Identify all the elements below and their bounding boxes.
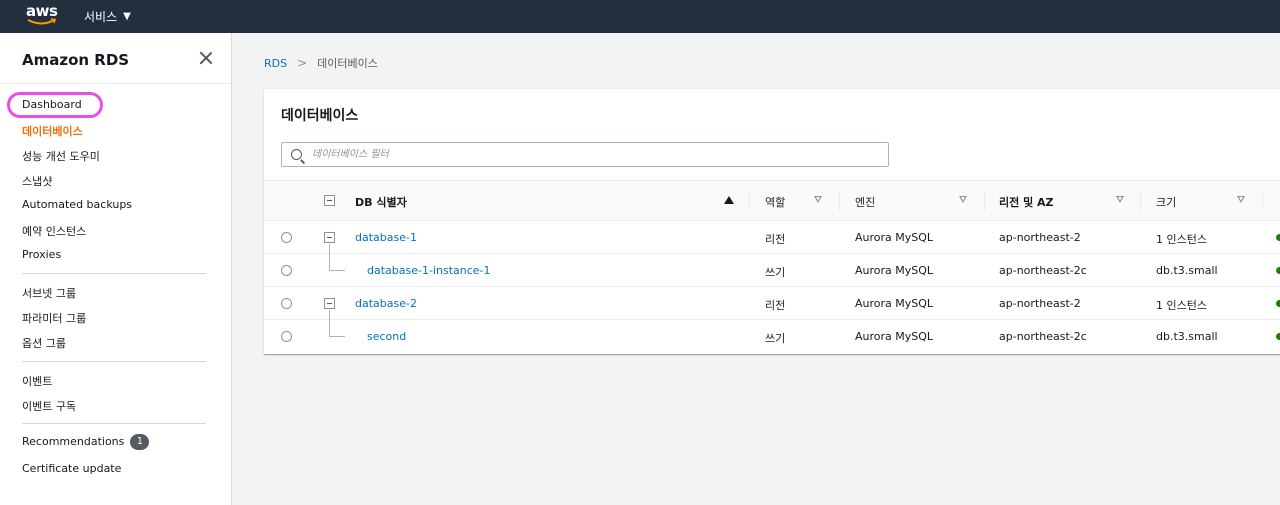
engine-cell: Aurora MySQL (855, 330, 934, 343)
breadcrumb-current: 데이터베이스 (317, 57, 378, 70)
column-separator (839, 191, 840, 211)
sort-icon[interactable] (1116, 196, 1124, 203)
breadcrumb: RDS > 데이터베이스 (264, 55, 378, 71)
column-header-role[interactable]: 역할 (765, 194, 785, 210)
tree-line (329, 320, 330, 337)
highlight-annotation (7, 92, 103, 118)
row-radio[interactable] (281, 298, 292, 309)
table-row[interactable]: database-2 리전 Aurora MySQL ap-northeast-… (264, 287, 1280, 321)
size-cell: db.t3.small (1156, 264, 1218, 277)
db-identifier-link[interactable]: database-2 (355, 297, 417, 310)
sidebar-item-snapshots[interactable]: 스냅샷 (22, 173, 52, 189)
sidebar-item-events[interactable]: 이벤트 (22, 373, 52, 389)
chevron-right-icon: > (297, 56, 308, 70)
collapse-icon[interactable] (324, 232, 335, 243)
table-row[interactable]: database-1 리전 Aurora MySQL ap-northeast-… (264, 221, 1280, 255)
sidebar-item-parameter-groups[interactable]: 파라미터 그룹 (22, 310, 86, 326)
sidebar-item-option-groups[interactable]: 옵션 그룹 (22, 335, 66, 351)
sort-ascending-icon[interactable] (724, 196, 734, 204)
search-input[interactable] (312, 144, 882, 165)
search-icon (291, 149, 302, 160)
divider (22, 273, 206, 274)
db-identifier-link[interactable]: second (367, 330, 406, 343)
status-icon (1276, 267, 1280, 274)
tree-line (329, 270, 345, 271)
status-icon (1276, 234, 1280, 241)
tree-line (329, 254, 330, 271)
role-cell: 쓰기 (765, 332, 786, 345)
sort-icon[interactable] (959, 196, 967, 203)
table-row[interactable]: second 쓰기 Aurora MySQL ap-northeast-2c d… (264, 320, 1280, 353)
column-separator (1140, 191, 1141, 211)
recommendations-badge: 1 (130, 434, 150, 450)
services-menu[interactable]: 서비스 ▼ (84, 8, 131, 25)
role-cell: 리전 (765, 299, 786, 312)
size-cell: db.t3.small (1156, 330, 1218, 343)
column-header-db-identifier[interactable]: DB 식별자 (355, 194, 407, 210)
region-cell: ap-northeast-2c (999, 330, 1087, 343)
engine-cell: Aurora MySQL (855, 264, 934, 277)
sidebar-item-label: Recommendations (22, 435, 125, 448)
panel-title: 데이터베이스 (281, 108, 359, 124)
collapse-all-icon[interactable] (324, 195, 335, 206)
top-navigation: aws 서비스 ▼ (0, 0, 1280, 33)
status-icon (1276, 333, 1280, 340)
column-separator (749, 191, 750, 211)
aws-logo-text: aws (26, 2, 58, 20)
sidebar-item-automated-backups[interactable]: Automated backups (22, 198, 132, 211)
sidebar-item-recommendations[interactable]: Recommendations 1 (22, 434, 150, 450)
sidebar-item-certificate-update[interactable]: Certificate update (22, 462, 121, 475)
status-icon (1276, 300, 1280, 307)
column-header-region-az[interactable]: 리전 및 AZ (999, 194, 1054, 210)
region-cell: ap-northeast-2 (999, 297, 1081, 310)
table-header: DB 식별자 역할 엔진 리전 및 AZ 크기 (264, 180, 1280, 221)
tree-line (329, 336, 345, 337)
breadcrumb-rds-link[interactable]: RDS (264, 57, 287, 70)
sidebar-item-proxies[interactable]: Proxies (22, 248, 61, 261)
sort-icon[interactable] (814, 196, 822, 203)
row-radio[interactable] (281, 331, 292, 342)
divider (22, 361, 206, 362)
search-box (281, 142, 889, 167)
close-icon[interactable] (197, 49, 215, 67)
db-identifier-link[interactable]: database-1-instance-1 (367, 264, 491, 277)
caret-down-icon: ▼ (123, 11, 131, 22)
divider (22, 423, 206, 424)
row-radio[interactable] (281, 265, 292, 276)
column-header-engine[interactable]: 엔진 (855, 194, 875, 210)
sidebar-item-databases[interactable]: 데이터베이스 (22, 123, 83, 139)
engine-cell: Aurora MySQL (855, 231, 934, 244)
sidebar-item-reserved-instances[interactable]: 예약 인스턴스 (22, 223, 86, 239)
sidebar-item-event-subscriptions[interactable]: 이벤트 구독 (22, 398, 76, 414)
aws-logo[interactable]: aws (26, 4, 60, 28)
collapse-icon[interactable] (324, 298, 335, 309)
region-cell: ap-northeast-2 (999, 231, 1081, 244)
aws-smile-icon (27, 18, 57, 25)
sidebar-item-subnet-groups[interactable]: 서브넷 그룹 (22, 285, 76, 301)
size-cell: 1 인스턴스 (1156, 233, 1207, 246)
sort-icon[interactable] (1237, 196, 1245, 203)
sidebar-title: Amazon RDS (22, 51, 130, 69)
db-identifier-link[interactable]: database-1 (355, 231, 417, 244)
sidebar-item-performance-insights[interactable]: 성능 개선 도우미 (22, 148, 100, 164)
engine-cell: Aurora MySQL (855, 297, 934, 310)
column-header-size[interactable]: 크기 (1156, 194, 1176, 210)
role-cell: 리전 (765, 233, 786, 246)
role-cell: 쓰기 (765, 266, 786, 279)
services-label: 서비스 (84, 10, 118, 24)
databases-panel: 데이터베이스 DB 식별자 역할 엔진 리전 및 AZ 크기 database-… (264, 88, 1280, 354)
table-row[interactable]: database-1-instance-1 쓰기 Aurora MySQL ap… (264, 254, 1280, 287)
column-separator (984, 191, 985, 211)
region-cell: ap-northeast-2c (999, 264, 1087, 277)
row-radio[interactable] (281, 232, 292, 243)
divider (0, 83, 231, 84)
size-cell: 1 인스턴스 (1156, 299, 1207, 312)
column-separator (1262, 191, 1263, 211)
